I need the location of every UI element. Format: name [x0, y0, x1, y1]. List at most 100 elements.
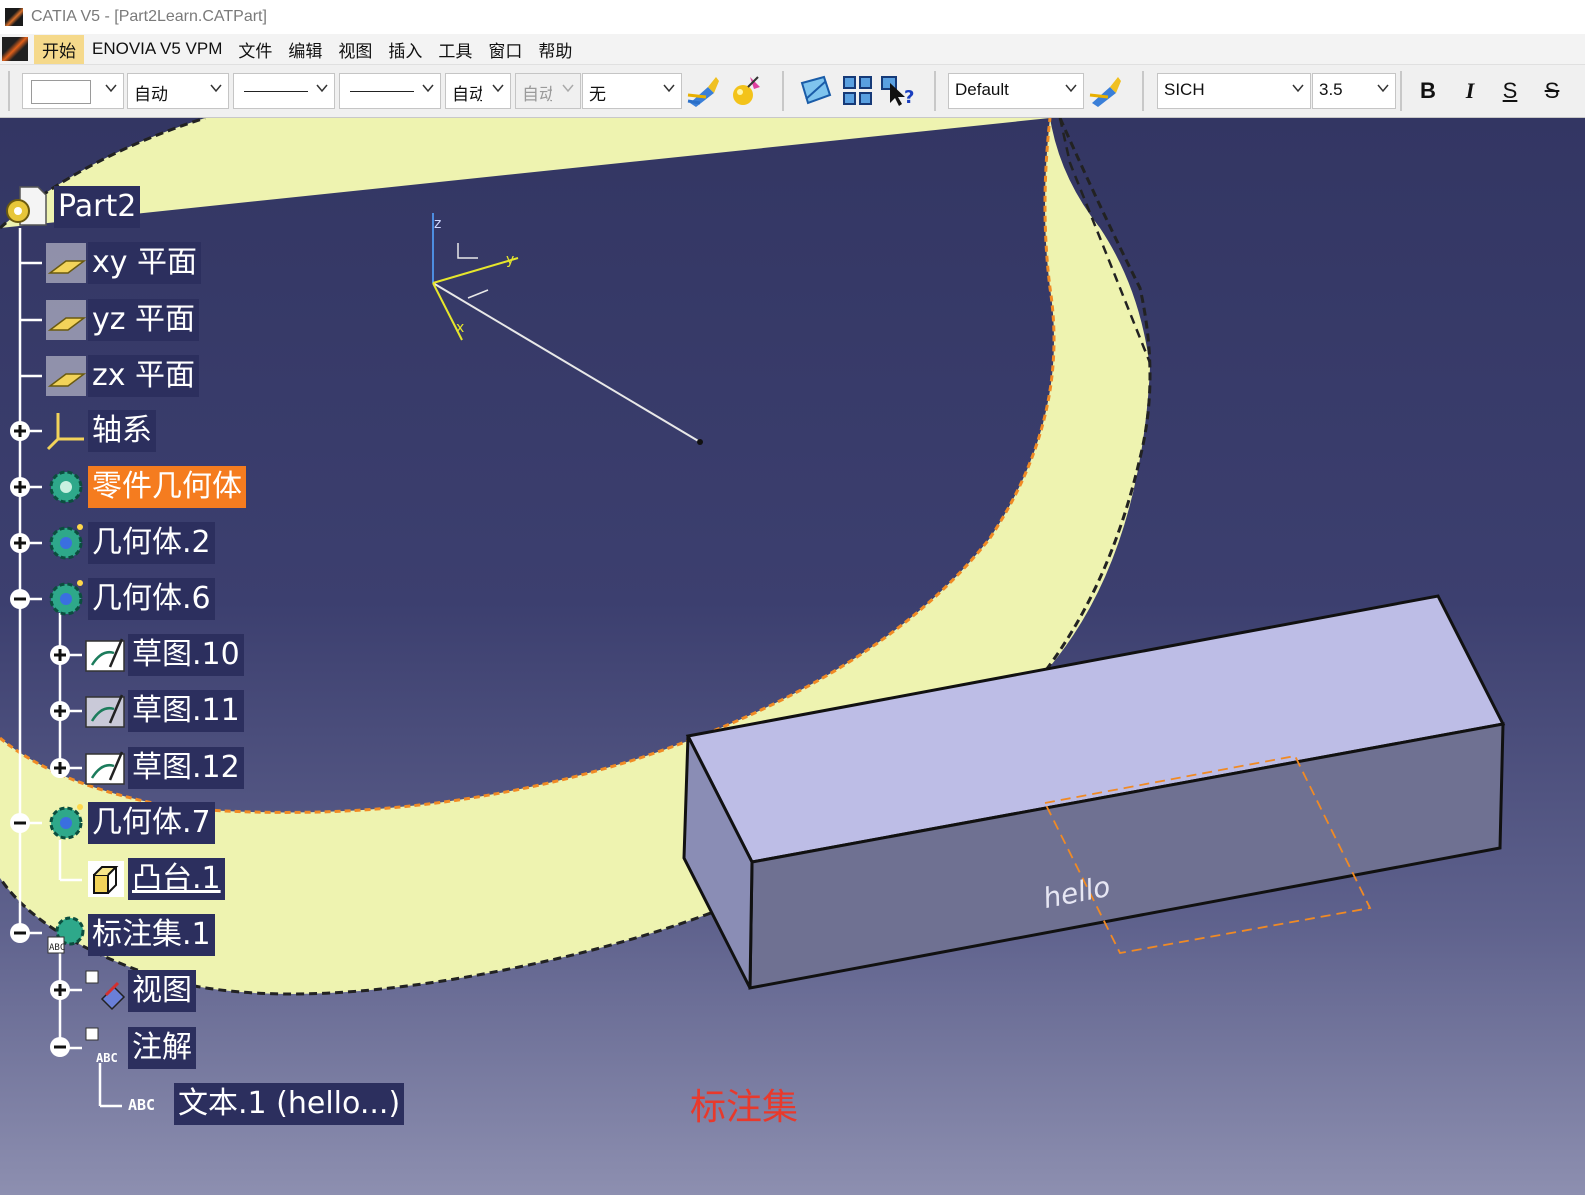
menu-window[interactable]: 窗口 — [480, 35, 530, 64]
chevron-down-icon — [422, 82, 434, 94]
tree-item-sketch-11[interactable]: 草图.11 — [84, 690, 244, 732]
window-title: CATIA V5 - [Part2Learn.CATPart] — [31, 8, 267, 25]
tree-item-sketch-12[interactable]: 草图.12 — [84, 747, 244, 789]
expand-plus-icon[interactable] — [49, 757, 71, 779]
tree-item-yz-plane[interactable]: yz 平面 — [44, 298, 200, 342]
body-gear-icon — [44, 521, 88, 565]
collapse-minus-icon[interactable] — [9, 922, 31, 944]
svg-text:x: x — [456, 320, 464, 336]
transparency-combo[interactable]: 自动 — [127, 73, 229, 109]
menu-view[interactable]: 视图 — [330, 35, 380, 64]
tree-item-body-2[interactable]: 几何体.2 — [44, 522, 215, 564]
menu-file[interactable]: 文件 — [230, 35, 280, 64]
toolbar-separator — [934, 71, 936, 111]
layer-combo-1[interactable]: 自动 — [445, 73, 511, 109]
catia-compass-logo-icon[interactable] — [2, 37, 28, 61]
italic-button[interactable]: I — [1454, 75, 1486, 107]
svg-text:?: ? — [904, 87, 914, 108]
tree-item-xy-plane[interactable]: xy 平面 — [44, 241, 202, 285]
toolbar-separator — [782, 71, 784, 111]
expand-plus-icon[interactable] — [49, 644, 71, 666]
font-size-combo[interactable]: 3.5 — [1312, 73, 1396, 109]
color-combo[interactable] — [22, 73, 124, 109]
chevron-down-icon — [1065, 82, 1077, 94]
tree-item-zx-plane[interactable]: zx 平面 — [44, 355, 200, 397]
layer-combo-2: 自动 — [515, 73, 581, 109]
layer-combo-3[interactable]: 无 — [582, 73, 682, 109]
chevron-down-icon — [105, 82, 117, 94]
line-sample — [244, 91, 308, 92]
chevron-down-icon — [316, 82, 328, 94]
svg-text:ABC: ABC — [49, 943, 65, 953]
svg-text:z: z — [434, 216, 441, 232]
plane-icon — [44, 241, 88, 285]
text-style-combo[interactable]: Default — [948, 73, 1084, 109]
expand-plus-icon[interactable] — [9, 532, 31, 554]
annotation-plane-icon[interactable] — [798, 73, 834, 109]
collapse-minus-icon[interactable] — [49, 1036, 71, 1058]
body-gear-icon — [44, 801, 88, 845]
plane-icon — [44, 298, 88, 342]
tree-item-body-7[interactable]: 几何体.7 — [44, 802, 215, 844]
tree-item-body-6[interactable]: 几何体.6 — [44, 578, 215, 620]
expand-plus-icon[interactable] — [49, 700, 71, 722]
chevron-down-icon — [1292, 82, 1304, 94]
annotation-set-caption: 标注集 — [690, 1087, 799, 1128]
tree-item-pad-1[interactable]: 凸台.1 — [84, 858, 225, 900]
pad-feature-icon — [84, 857, 128, 901]
chevron-down-icon — [663, 82, 675, 94]
text-abc-icon: ABC — [84, 1026, 128, 1070]
style-painter-icon[interactable] — [1088, 73, 1124, 109]
tree-item-views[interactable]: 视图 — [84, 970, 196, 1012]
menu-edit[interactable]: 编辑 — [280, 35, 330, 64]
3d-viewport[interactable]: hello z y x Part2 xy 平面 yz 平面 zx 平面 轴系 零… — [0, 118, 1585, 1195]
svg-text:ABC: ABC — [128, 1096, 155, 1114]
tree-item-notes[interactable]: ABC 注解 — [84, 1027, 196, 1069]
underline-button[interactable]: S — [1494, 75, 1526, 107]
whats-this-help-icon[interactable]: ? — [880, 73, 916, 109]
expand-plus-icon[interactable] — [9, 420, 31, 442]
tree-item-annotation-set-1[interactable]: ABC 标注集.1 — [44, 914, 215, 956]
body-gear-icon — [44, 465, 88, 509]
tree-item-part-body[interactable]: 零件几何体 — [44, 466, 246, 508]
tree-item-axis-system[interactable]: 轴系 — [44, 410, 156, 452]
annotation-set-icon: ABC — [44, 913, 88, 957]
graphic-properties-toolbar: 自动 自动 自动 无 ? Default SICH 3.5 B I S S — [0, 65, 1585, 118]
strikethrough-button[interactable]: S — [1536, 75, 1568, 107]
specification-tree: Part2 xy 平面 yz 平面 zx 平面 轴系 零件几何体 几何体.2 几… — [0, 118, 420, 1195]
body-gear-icon — [44, 577, 88, 621]
catia-logo-icon — [5, 8, 23, 26]
chevron-down-icon — [210, 82, 222, 94]
linewidth-combo[interactable] — [339, 73, 441, 109]
chevron-down-icon — [562, 82, 574, 94]
tree-root-part2[interactable]: Part2 — [2, 186, 141, 228]
toolbar-grip[interactable] — [8, 71, 10, 111]
menu-enovia[interactable]: ENOVIA V5 VPM — [84, 37, 230, 61]
material-icon[interactable] — [728, 73, 764, 109]
collapse-minus-icon[interactable] — [9, 588, 31, 610]
views-icon — [84, 969, 128, 1013]
sketch-icon — [84, 746, 128, 790]
menu-tools[interactable]: 工具 — [430, 35, 480, 64]
tree-item-text-1[interactable]: ABC 文本.1 (hello...) — [124, 1083, 405, 1125]
painter-icon[interactable] — [686, 73, 722, 109]
font-combo[interactable]: SICH — [1157, 73, 1311, 109]
sketch-icon — [84, 633, 128, 677]
linetype-combo[interactable] — [233, 73, 335, 109]
expand-plus-icon[interactable] — [9, 476, 31, 498]
axis-triad-icon: z y x — [432, 213, 703, 445]
collapse-minus-icon[interactable] — [9, 812, 31, 834]
line-sample — [350, 91, 414, 92]
menu-help[interactable]: 帮助 — [530, 35, 580, 64]
menu-insert[interactable]: 插入 — [380, 35, 430, 64]
toolbar-separator — [1400, 71, 1402, 111]
chevron-down-icon — [492, 82, 504, 94]
expand-plus-icon[interactable] — [49, 979, 71, 1001]
grid-snap-icon[interactable] — [840, 73, 876, 109]
bold-button[interactable]: B — [1412, 75, 1444, 107]
toolbar-separator — [1142, 71, 1144, 111]
menu-start[interactable]: 开始 — [34, 34, 84, 64]
tree-item-sketch-10[interactable]: 草图.10 — [84, 634, 244, 676]
svg-text:y: y — [506, 252, 514, 268]
menu-bar: 开始 ENOVIA V5 VPM 文件 编辑 视图 插入 工具 窗口 帮助 — [0, 34, 1585, 65]
